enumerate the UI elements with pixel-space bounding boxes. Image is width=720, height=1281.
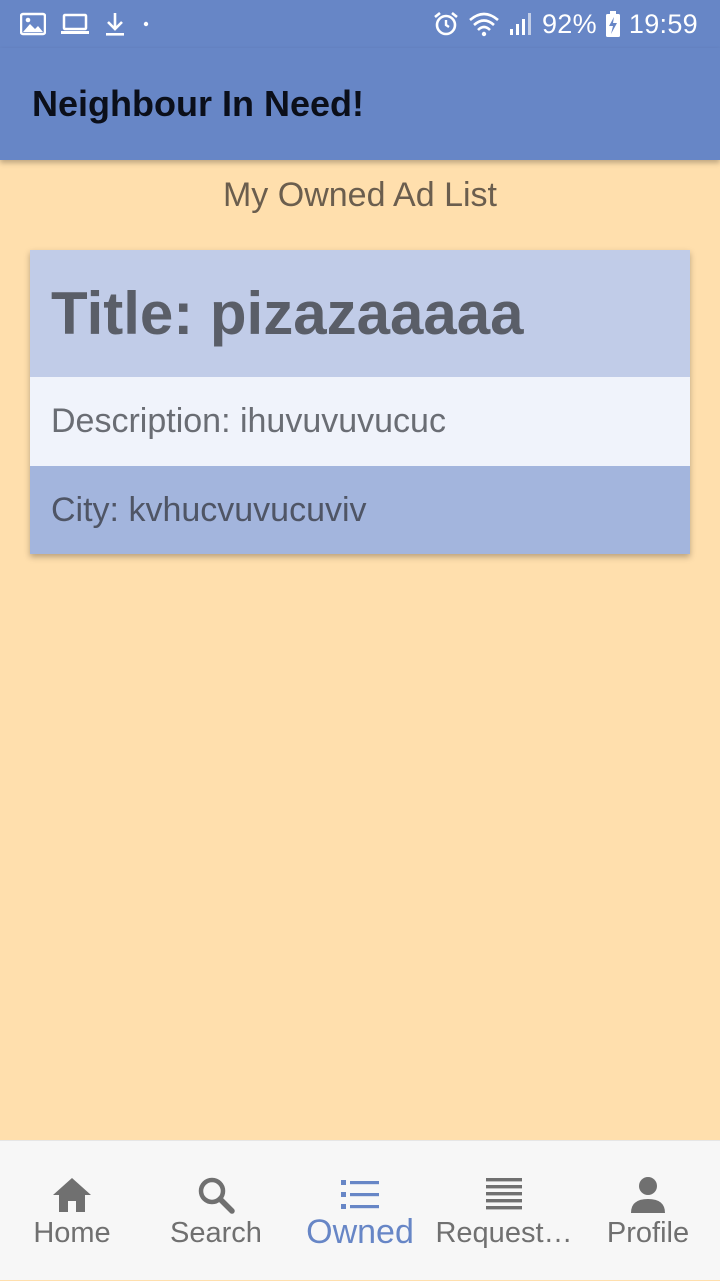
download-icon xyxy=(106,13,124,36)
nav-item-requests[interactable]: Request… xyxy=(432,1141,576,1281)
nav-label-requests: Request… xyxy=(435,1217,573,1249)
search-icon xyxy=(198,1177,235,1214)
ad-city: City: kvhucvuvucuviv xyxy=(30,466,690,554)
wifi-icon xyxy=(469,12,499,37)
page-heading: My Owned Ad List xyxy=(222,176,497,214)
nav-item-search[interactable]: Search xyxy=(144,1141,288,1281)
status-bar-right: 92% 19:59 xyxy=(432,9,698,40)
status-time: 19:59 xyxy=(628,8,698,39)
person-icon xyxy=(631,1177,665,1213)
image-icon xyxy=(20,12,46,36)
battery-charging-icon xyxy=(605,11,620,37)
ad-card[interactable]: Title: pizazaaaaa Description: ihuvuvuvu… xyxy=(30,250,690,554)
status-bar: 92% 19:59 xyxy=(0,0,720,48)
list-icon xyxy=(341,1180,379,1209)
nav-label-home: Home xyxy=(33,1217,111,1249)
app-title: Neighbour In Need! xyxy=(32,83,364,124)
home-icon xyxy=(53,1178,91,1212)
status-bar-left xyxy=(20,11,152,37)
nav-label-owned: Owned xyxy=(306,1213,414,1251)
nav-label-search: Search xyxy=(170,1217,262,1249)
ad-title: Title: pizazaaaaa xyxy=(30,250,690,377)
dot-icon xyxy=(143,21,149,27)
app-bar: Neighbour In Need! xyxy=(0,48,720,160)
lines-icon xyxy=(486,1178,522,1210)
ad-description: Description: ihuvuvuvucuc xyxy=(30,377,690,466)
laptop-icon xyxy=(61,13,89,34)
main-content: My Owned Ad List Title: pizazaaaaa Descr… xyxy=(0,160,720,1140)
nav-item-home[interactable]: Home xyxy=(0,1141,144,1281)
nav-item-profile[interactable]: Profile xyxy=(576,1141,720,1281)
nav-label-profile: Profile xyxy=(606,1217,690,1249)
battery-percent: 92% xyxy=(541,8,597,39)
alarm-icon xyxy=(434,11,458,36)
signal-icon xyxy=(509,13,531,35)
bottom-nav: Home Search Owned Request… Profile xyxy=(0,1140,720,1280)
nav-item-owned[interactable]: Owned xyxy=(288,1141,432,1281)
